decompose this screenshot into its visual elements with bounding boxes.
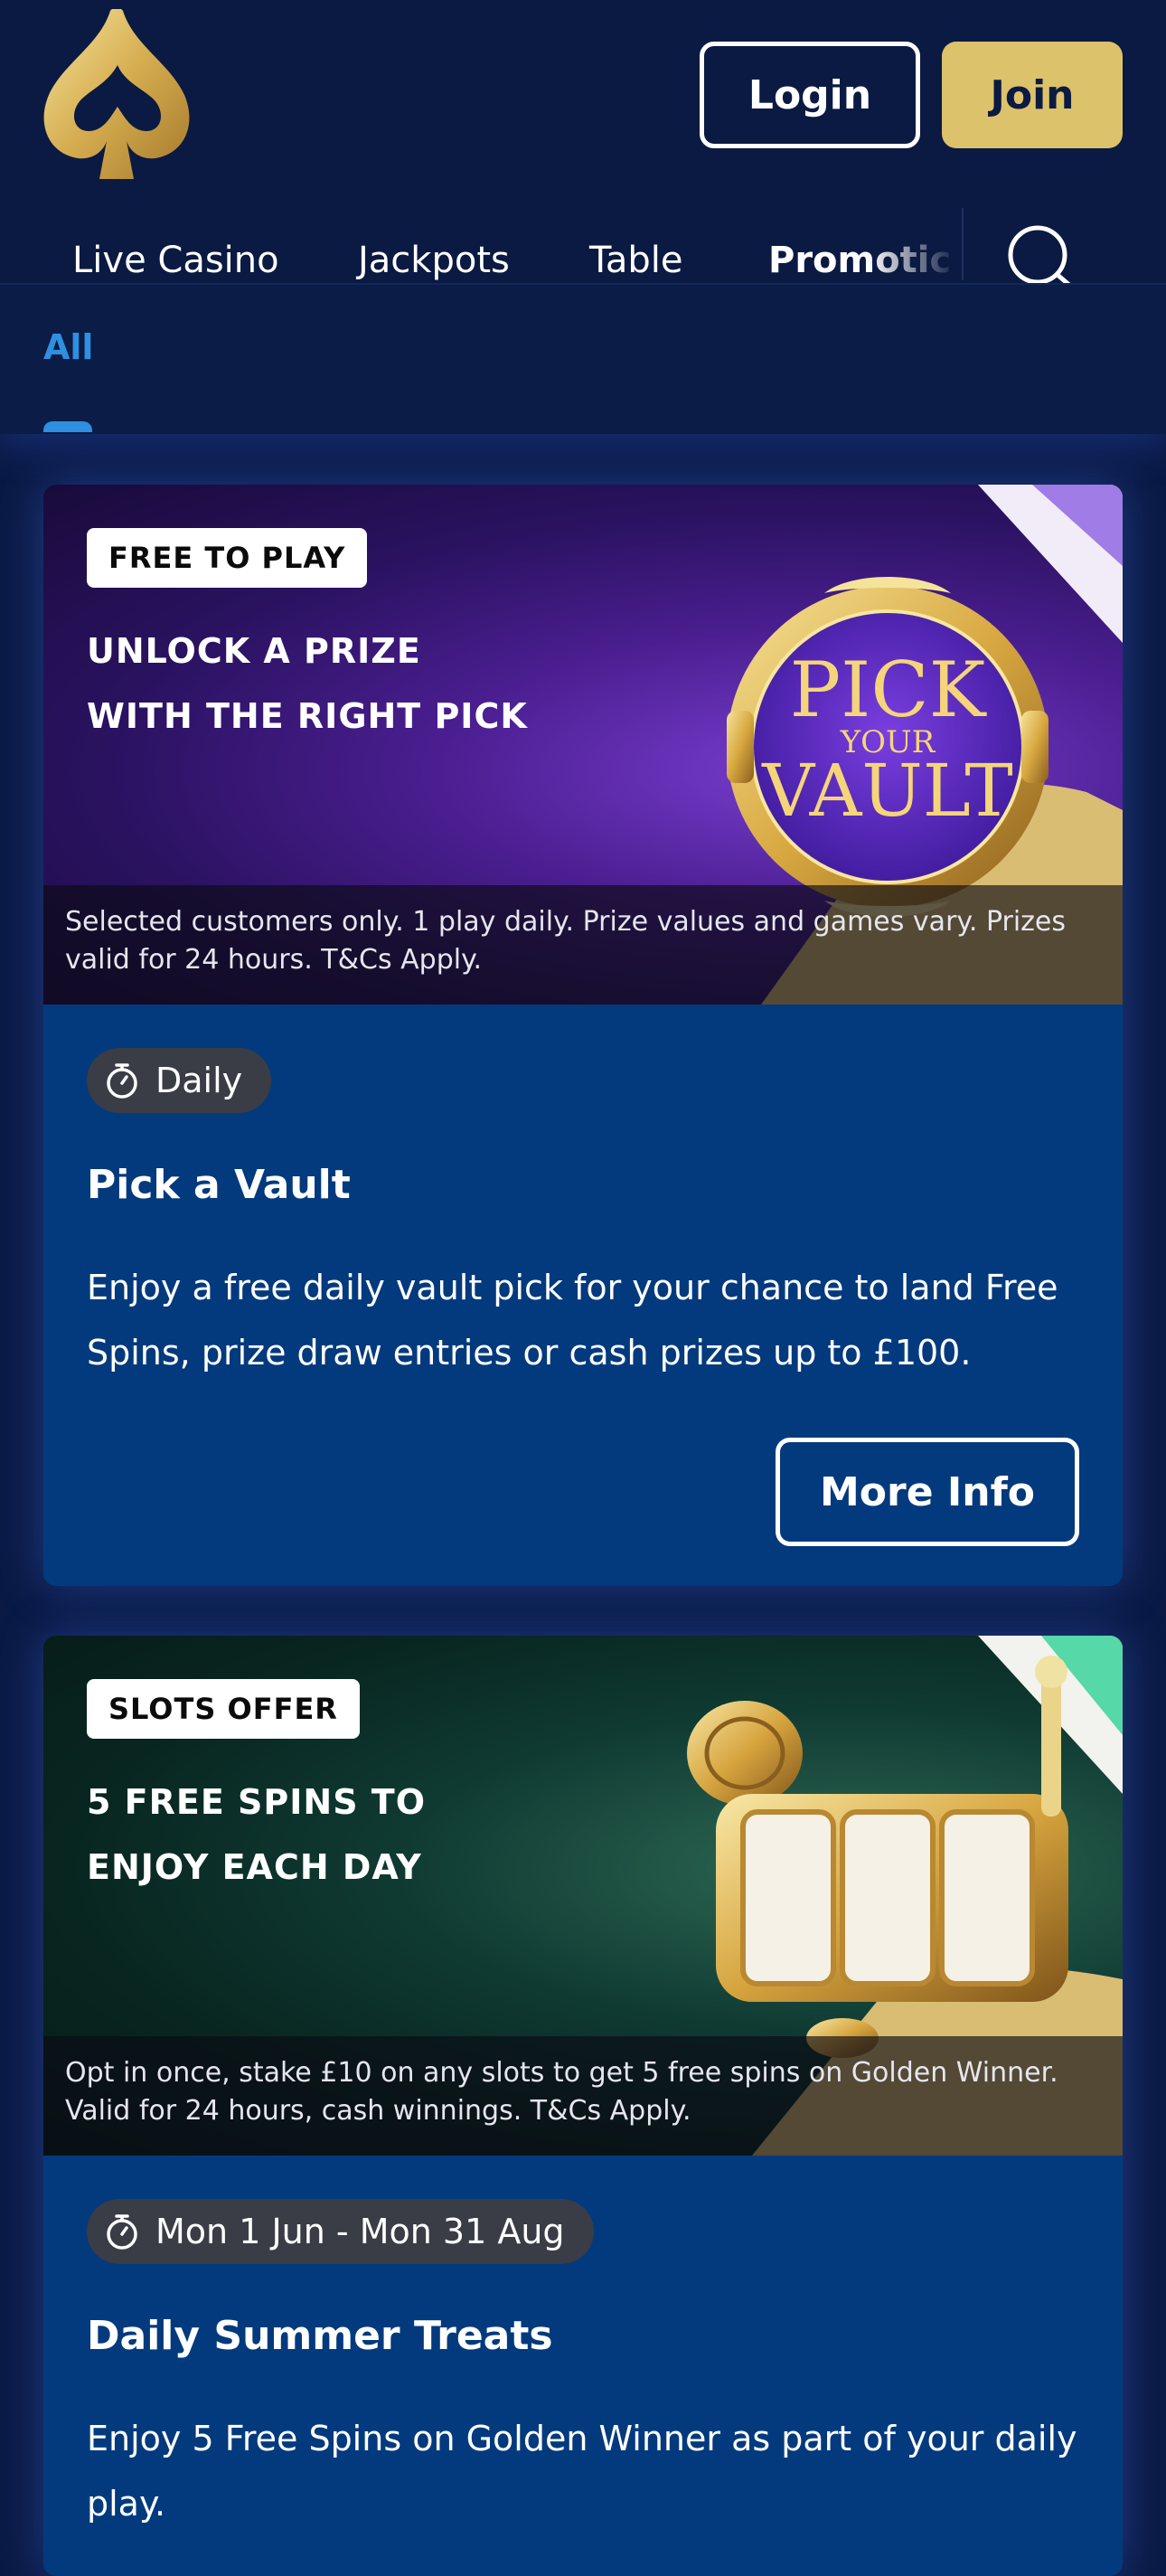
promotion-title: Pick a Vault (87, 1162, 351, 1208)
search-icon[interactable] (1003, 222, 1072, 286)
join-button[interactable]: Join (942, 42, 1123, 148)
promotion-tag: FREE TO PLAY (87, 528, 368, 588)
sub-nav (0, 283, 1166, 434)
nav-item-jackpots[interactable]: Jackpots (358, 242, 510, 278)
more-info-button[interactable]: More Info (776, 1438, 1079, 1546)
promotion-headline: 5 FREE SPINS TO ENJOY EACH DAY (87, 1769, 593, 1900)
promotion-description: Enjoy 5 Free Spins on Golden Winner as p… (87, 2419, 1077, 2524)
nav-divider (962, 208, 964, 280)
headline-line: 5 FREE SPINS TO (87, 1782, 427, 1822)
headline-line: UNLOCK A PRIZE (87, 631, 421, 671)
promotion-banner[interactable]: PICK YOUR VAULT FREE TO PLAY UNLOCK A PR… (43, 485, 1123, 1005)
promotion-terms: Opt in once, stake £10 on any slots to g… (43, 2036, 1123, 2156)
login-button[interactable]: Login (700, 42, 920, 148)
date-text: Mon 1 Jun - Mon 31 Aug (155, 2212, 565, 2251)
vault-word-vault: VAULT (761, 749, 1013, 833)
site-header: Login Join Live Casino Jackpots Table Pr… (0, 0, 1166, 434)
nav-item-live-casino[interactable]: Live Casino (72, 242, 279, 278)
vault-word-pick: PICK (790, 646, 988, 734)
promotion-body: Mon 1 Jun - Mon 31 Aug Daily Summer Trea… (43, 2156, 1123, 2576)
sub-nav-active-indicator (43, 421, 92, 432)
nav-scroll-fade (868, 206, 958, 283)
promotion-card: SLOTS OFFER 5 FREE SPINS TO ENJOY EACH D… (43, 1636, 1123, 2576)
nav-item-table[interactable]: Table (589, 242, 682, 278)
promotion-tag: SLOTS OFFER (87, 1679, 360, 1739)
promotion-body: Daily Pick a Vault Enjoy a free daily va… (43, 1005, 1123, 1586)
stopwatch-icon (107, 1063, 137, 1099)
category-nav: Live Casino Jackpots Table Promotic (0, 206, 958, 283)
headline-line: ENJOY EACH DAY (87, 1847, 422, 1887)
promotion-headline: UNLOCK A PRIZE WITH THE RIGHT PICK (87, 618, 593, 749)
promotion-card: PICK YOUR VAULT FREE TO PLAY UNLOCK A PR… (43, 485, 1123, 1586)
sub-nav-item-all[interactable]: All (43, 327, 93, 367)
date-text: Daily (155, 1061, 243, 1100)
promotion-description: Enjoy a free daily vault pick for your c… (87, 1268, 1058, 1373)
date-badge: Mon 1 Jun - Mon 31 Aug (87, 2199, 594, 2264)
stopwatch-icon (107, 2214, 137, 2250)
promotion-title: Daily Summer Treats (87, 2313, 553, 2359)
date-badge: Daily (87, 1048, 272, 1113)
promotion-terms: Selected customers only. 1 play daily. P… (43, 885, 1123, 1005)
spade-logo-icon[interactable] (36, 9, 199, 185)
promotion-banner[interactable]: SLOTS OFFER 5 FREE SPINS TO ENJOY EACH D… (43, 1636, 1123, 2156)
headline-line: WITH THE RIGHT PICK (87, 696, 528, 736)
